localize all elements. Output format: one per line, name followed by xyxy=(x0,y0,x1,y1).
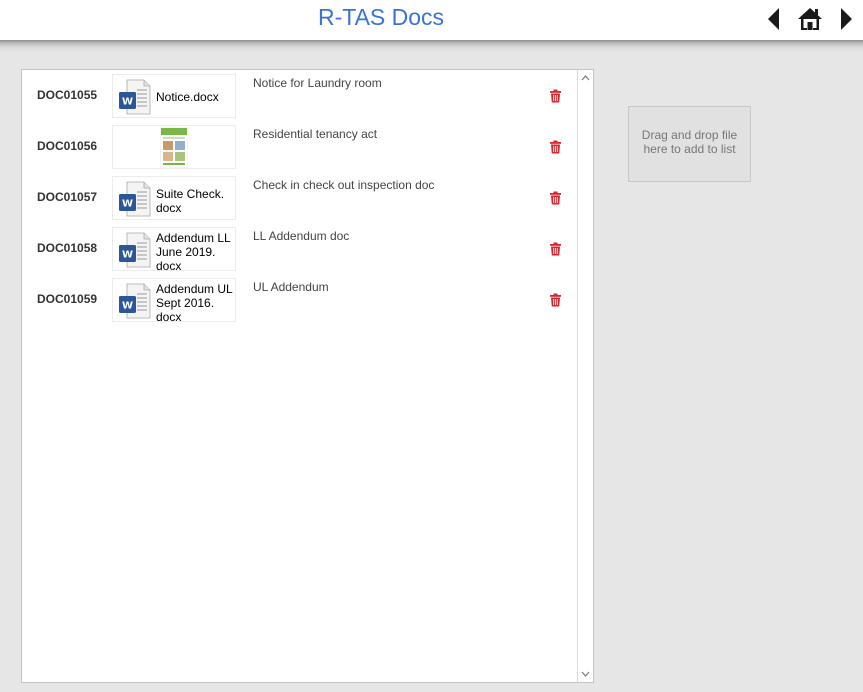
trash-icon xyxy=(550,191,561,205)
document-list[interactable]: DOC01055 W Notice.docx Notice for Laundry r… xyxy=(21,69,594,683)
document-id: DOC01059 xyxy=(37,292,98,306)
word-doc-icon: W xyxy=(119,283,151,319)
trash-icon xyxy=(550,293,561,307)
scrollbar[interactable] xyxy=(577,70,593,682)
file-name-line: June 2019. xyxy=(156,245,216,259)
document-thumbnail[interactable] xyxy=(112,125,236,169)
word-doc-icon: W xyxy=(119,181,151,217)
document-thumbnail[interactable]: W Notice.docx xyxy=(112,74,236,118)
delete-button[interactable] xyxy=(549,242,562,256)
document-row[interactable]: DOC01059 W Addendum UL Sept 2016. docx UL Add… xyxy=(22,274,577,325)
word-doc-icon: W xyxy=(118,181,152,217)
trash-icon xyxy=(550,242,561,256)
document-id: DOC01057 xyxy=(37,190,98,204)
document-description: Check in check out inspection doc xyxy=(253,178,435,192)
document-row[interactable]: DOC01055 W Notice.docx Notice for Laundry r… xyxy=(22,70,577,121)
back-button[interactable] xyxy=(762,6,788,32)
file-name: Suite Check. docx xyxy=(156,187,235,215)
file-name-line: Sept 2016. xyxy=(156,296,215,310)
document-thumbnail[interactable]: W Suite Check. docx xyxy=(112,176,236,220)
document-description: UL Addendum xyxy=(253,280,329,294)
word-doc-icon: W xyxy=(118,232,152,268)
app-header: R-TAS Docs xyxy=(0,0,863,40)
file-name-line: Addendum UL xyxy=(156,282,233,296)
word-doc-icon: W xyxy=(118,79,152,115)
file-name-line: Suite Check. xyxy=(156,187,225,201)
document-preview-image xyxy=(160,127,188,168)
file-drop-zone[interactable]: Drag and drop file here to add to list xyxy=(628,106,751,182)
document-row[interactable]: DOC01058 W Addendum LL June 2019. docx LL Add… xyxy=(22,223,577,274)
file-name-line: docx xyxy=(156,310,182,322)
delete-button[interactable] xyxy=(549,89,562,103)
header-divider xyxy=(0,40,863,52)
chevron-down-icon xyxy=(581,671,590,677)
svg-text:W: W xyxy=(122,199,133,210)
word-doc-icon: W xyxy=(119,79,151,115)
file-name-line: docx xyxy=(156,259,182,271)
delete-button[interactable] xyxy=(549,293,562,307)
svg-text:W: W xyxy=(122,301,133,312)
document-preview-image xyxy=(160,127,188,168)
delete-button[interactable] xyxy=(549,140,562,154)
forward-button[interactable] xyxy=(832,6,858,32)
file-name: Addendum LL June 2019. docx xyxy=(156,231,235,271)
document-id: DOC01058 xyxy=(37,241,98,255)
file-name: Addendum UL Sept 2016. docx xyxy=(156,282,235,322)
file-name-line: docx xyxy=(156,201,182,215)
word-doc-icon: W xyxy=(118,283,152,319)
drop-zone-text: Drag and drop file here to add to list xyxy=(641,128,738,156)
svg-text:W: W xyxy=(122,250,133,261)
svg-text:W: W xyxy=(122,97,133,108)
home-button[interactable] xyxy=(797,6,823,32)
caret-left-icon xyxy=(768,8,779,30)
word-doc-icon: W xyxy=(119,232,151,268)
chevron-up-icon xyxy=(581,75,590,81)
trash-icon xyxy=(550,89,561,103)
file-name-line: Addendum LL xyxy=(156,231,231,245)
page-title: R-TAS Docs xyxy=(317,4,445,30)
document-description: LL Addendum doc xyxy=(253,229,350,243)
scroll-down-button[interactable] xyxy=(578,667,593,681)
document-id: DOC01056 xyxy=(37,139,98,153)
trash-icon xyxy=(550,140,561,154)
caret-right-icon xyxy=(841,8,852,30)
document-description: Notice for Laundry room xyxy=(253,76,382,90)
document-row[interactable]: DOC01057 W Suite Check. docx Check in check … xyxy=(22,172,577,223)
document-description: Residential tenancy act xyxy=(253,127,378,141)
delete-button[interactable] xyxy=(549,191,562,205)
file-name: Notice.docx xyxy=(156,90,235,104)
document-thumbnail[interactable]: W Addendum LL June 2019. docx xyxy=(112,227,236,271)
home-icon xyxy=(798,8,822,30)
file-name-line: Notice.docx xyxy=(156,90,219,104)
scroll-up-button[interactable] xyxy=(578,71,593,85)
document-row[interactable]: DOC01056 Residential tenancy act xyxy=(22,121,577,172)
document-id: DOC01055 xyxy=(37,88,98,102)
document-thumbnail[interactable]: W Addendum UL Sept 2016. docx xyxy=(112,278,236,322)
